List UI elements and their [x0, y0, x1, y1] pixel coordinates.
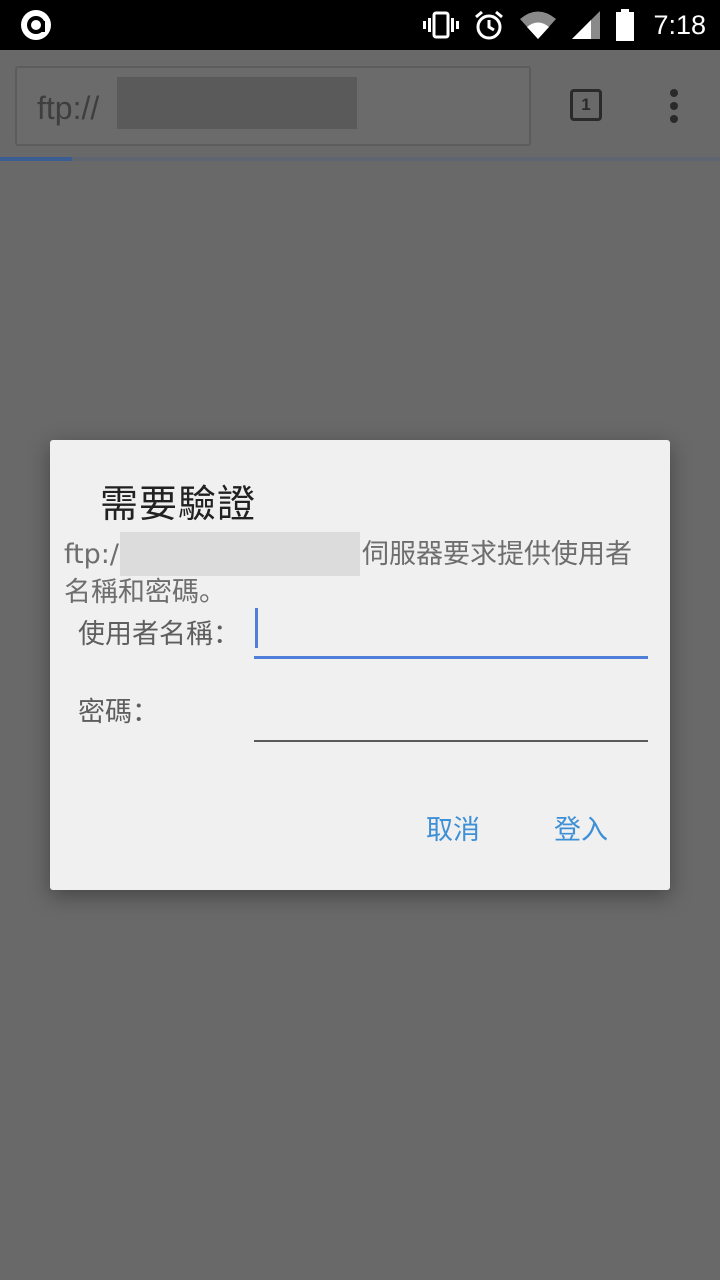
redacted-host — [120, 532, 360, 576]
username-input[interactable] — [254, 606, 648, 659]
url-bar[interactable]: ftp:// — [15, 66, 531, 146]
notification-app-icon — [21, 10, 51, 40]
username-label: 使用者名稱： — [78, 619, 240, 650]
auth-dialog: 需要驗證 ftp:/ 伺服器要求提供使用者 名稱和密碼。 使用者名稱： 密碼： 取… — [50, 440, 670, 890]
message-suffix: 伺服器要求提供使用者 — [362, 539, 632, 570]
text-cursor — [255, 608, 258, 648]
wifi-icon — [519, 10, 557, 40]
battery-icon — [615, 9, 635, 41]
redacted-url — [117, 77, 357, 129]
overflow-menu-icon[interactable] — [666, 88, 682, 124]
password-label: 密碼： — [78, 697, 159, 728]
login-button[interactable]: 登入 — [554, 808, 608, 847]
alarm-icon — [473, 9, 505, 41]
password-input[interactable] — [254, 690, 648, 742]
tab-switcher-button[interactable]: 1 — [570, 89, 602, 121]
vibrate-icon — [423, 11, 460, 39]
page-load-progress-fill — [0, 157, 72, 161]
page-load-progress — [0, 157, 720, 161]
dialog-title: 需要驗證 — [100, 482, 257, 526]
dialog-message: ftp:/ 伺服器要求提供使用者 名稱和密碼。 — [64, 532, 654, 609]
status-time: 7:18 — [653, 9, 706, 40]
message-url-prefix: ftp:/ — [64, 539, 119, 570]
status-bar: 7:18 — [0, 0, 720, 50]
browser-toolbar: ftp:// 1 — [0, 50, 720, 158]
message-line-2: 名稱和密碼。 — [64, 577, 226, 608]
url-text: ftp:// — [37, 90, 100, 126]
cancel-button[interactable]: 取消 — [426, 808, 480, 847]
cellular-signal-icon — [571, 10, 601, 40]
